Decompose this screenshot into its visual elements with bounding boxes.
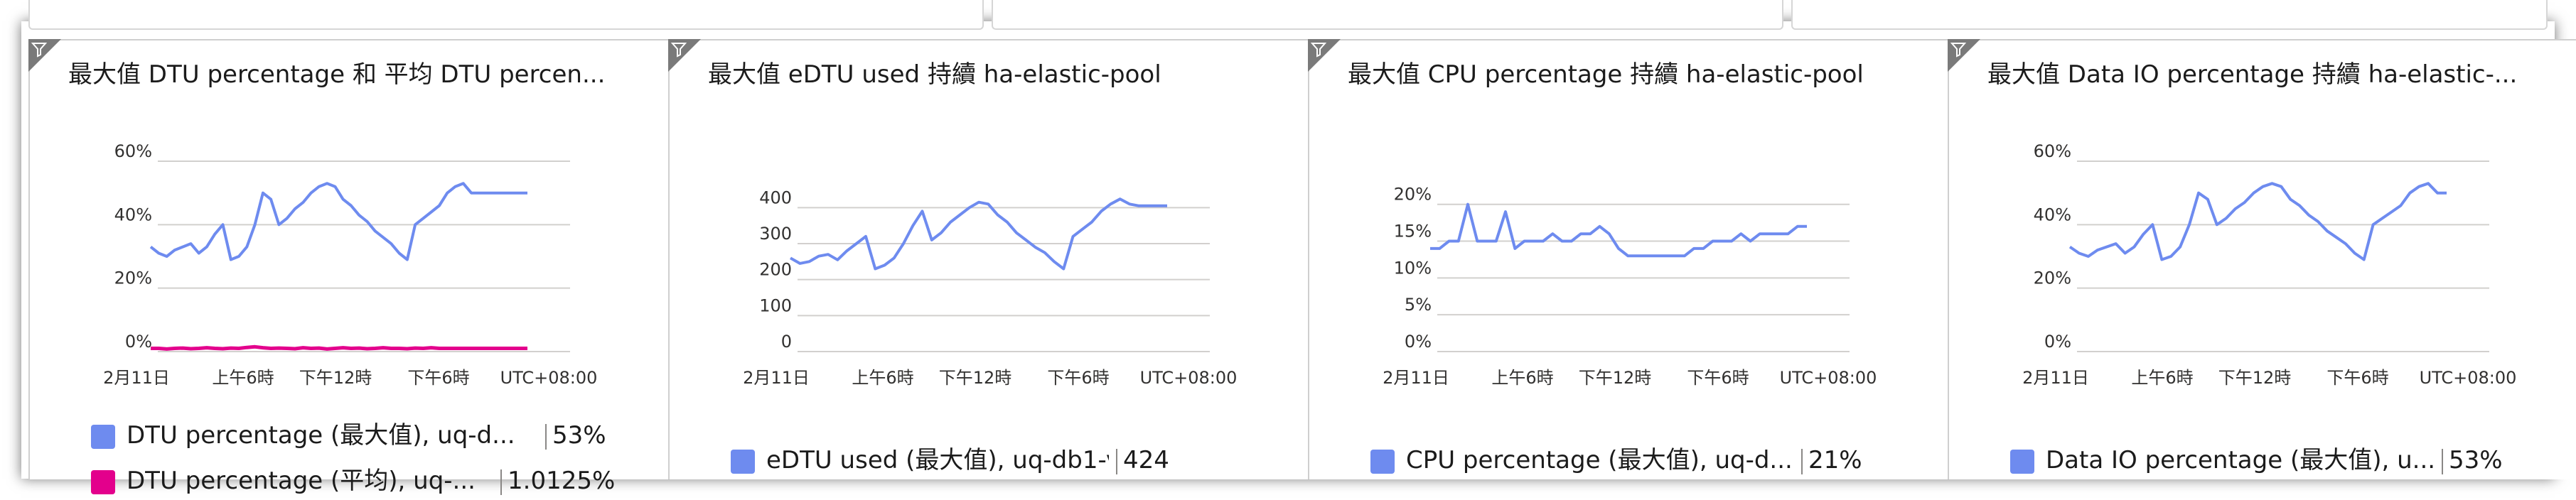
x-tick-label: 2月11日	[2022, 368, 2089, 388]
x-tick-label: UTC+08:00	[500, 368, 598, 388]
y-tick-label: 0%	[1405, 332, 1432, 352]
x-tick-label: 2月11日	[1383, 368, 1449, 388]
x-tick-label: 上午6時	[212, 368, 274, 388]
x-tick-label: 上午6時	[1491, 368, 1553, 388]
y-tick-label: 15%	[1394, 222, 1432, 241]
series-line[interactable]	[149, 182, 527, 261]
y-tick-label: 100	[759, 295, 792, 315]
filter-icon[interactable]	[1948, 39, 1980, 72]
series-line[interactable]	[151, 344, 527, 351]
y-tick-label: 300	[759, 224, 792, 244]
legend-value: 53%	[552, 421, 606, 450]
legend-swatch-icon	[731, 450, 755, 474]
tile-title: 最大值 DTU percentage 和 平均 DTU percen...	[68, 60, 606, 89]
legend-swatch-icon	[91, 425, 115, 449]
line-chart: 60% 40% 20% 0% 2月11日 上午6時 下午12時 下午6時 UTC+08:00	[103, 141, 598, 388]
x-tick-label: 下午12時	[2218, 368, 2292, 388]
upper-tile-edge	[28, 0, 984, 30]
legend-swatch-icon	[1370, 450, 1395, 474]
x-tick-label: 下午12時	[939, 368, 1012, 388]
y-tick-label: 0%	[2044, 332, 2071, 352]
filter-icon[interactable]	[1308, 39, 1341, 72]
chart-tile[interactable]: 最大值 DTU percentage 和 平均 DTU percen... 60%…	[28, 39, 687, 495]
series-line[interactable]	[2068, 182, 2447, 261]
x-tick-label: 下午12時	[299, 368, 372, 388]
legend-label: eDTU used (最大值), uq-db1-v...	[766, 446, 1109, 474]
y-tick-label: 10%	[1394, 258, 1432, 278]
chart-tile[interactable]: 最大值 eDTU used 持續 ha-elastic-pool 400 300 20…	[668, 39, 1326, 479]
x-tick-label: 下午12時	[1579, 368, 1652, 388]
x-tick-label: 上午6時	[2131, 368, 2193, 388]
chart-tile[interactable]: 最大值 Data IO percentage 持續 ha-elastic-...…	[1948, 39, 2576, 479]
tile-title: 最大值 eDTU used 持續 ha-elastic-pool	[708, 60, 1161, 89]
filter-icon[interactable]	[668, 39, 701, 72]
x-tick-label: 下午6時	[1687, 368, 1749, 388]
legend-value: 1.0125%	[508, 467, 616, 495]
legend-value: 424	[1123, 446, 1169, 474]
y-tick-label: 20%	[1394, 185, 1432, 205]
tile-title: 最大值 CPU percentage 持續 ha-elastic-pool	[1348, 60, 1864, 89]
y-tick-label: 0%	[125, 332, 152, 352]
line-chart: 400 300 200 100 0 2月11日 上午6時 下午12時 下午6時 UTC+08:00	[743, 188, 1238, 388]
x-tick-label: 2月11日	[743, 368, 810, 388]
legend-item[interactable]: eDTU used (最大值), uq-db1-v... 424	[670, 442, 1327, 477]
y-tick-label: 20%	[114, 268, 152, 288]
legend-label: CPU percentage (最大值), uq-d...	[1406, 446, 1793, 474]
legend-separator	[1801, 449, 1803, 474]
line-chart: 20% 15% 10% 5% 0% 2月11日 上午6時 下午12時 下午6時 UTC+08:00	[1383, 185, 1877, 388]
legend-value: 53%	[2449, 446, 2503, 474]
y-tick-label: 200	[759, 260, 792, 280]
legend-swatch-icon	[2010, 450, 2034, 474]
x-tick-label: UTC+08:00	[2420, 368, 2517, 388]
y-tick-label: 20%	[2034, 268, 2071, 288]
legend-separator	[1116, 449, 1117, 474]
y-tick-label: 400	[759, 188, 792, 207]
x-tick-label: 上午6時	[852, 368, 913, 388]
x-tick-label: UTC+08:00	[1780, 368, 1877, 388]
legend-value: 21%	[1808, 446, 1862, 474]
y-tick-label: 5%	[1405, 295, 1432, 315]
y-tick-label: 0	[781, 332, 792, 352]
series-line[interactable]	[1430, 202, 1807, 258]
legend-item[interactable]: DTU percentage (最大值), uq-d... 53%	[30, 417, 687, 452]
upper-tile-edge	[1791, 0, 2548, 30]
legend-label: DTU percentage (平均), uq-...	[127, 467, 476, 495]
upper-tile-edge	[992, 0, 1783, 30]
y-tick-label: 40%	[2034, 205, 2071, 224]
x-tick-label: 下午6時	[1047, 368, 1109, 388]
x-tick-label: 2月11日	[103, 368, 170, 388]
legend-separator	[2442, 449, 2443, 474]
filter-icon[interactable]	[28, 39, 61, 72]
y-tick-label: 60%	[2034, 141, 2071, 161]
x-tick-label: UTC+08:00	[1140, 368, 1238, 388]
y-tick-label: 60%	[114, 141, 152, 161]
legend-item[interactable]: Data IO percentage (最大值), u... 53%	[1949, 442, 2576, 477]
legend-label: Data IO percentage (最大值), u...	[2046, 446, 2435, 474]
x-tick-label: 下午6時	[407, 368, 469, 388]
legend-separator	[500, 469, 502, 495]
legend-separator	[545, 424, 547, 450]
legend-item[interactable]: DTU percentage (平均), uq-... 1.0125%	[30, 462, 687, 498]
tile-title: 最大值 Data IO percentage 持續 ha-elastic-...	[1987, 60, 2518, 89]
x-tick-label: 下午6時	[2327, 368, 2388, 388]
y-tick-label: 40%	[114, 205, 152, 224]
series-line[interactable]	[790, 197, 1167, 271]
line-chart: 60% 40% 20% 0% 2月11日 上午6時 下午12時 下午6時 UTC+08:00	[2022, 141, 2517, 388]
chart-tile[interactable]: 最大值 CPU percentage 持續 ha-elastic-pool 20%…	[1308, 39, 1965, 479]
legend-item[interactable]: CPU percentage (最大值), uq-d... 21%	[1309, 442, 1967, 477]
legend-swatch-icon	[91, 470, 115, 494]
legend-label: DTU percentage (最大值), uq-d...	[127, 421, 515, 450]
